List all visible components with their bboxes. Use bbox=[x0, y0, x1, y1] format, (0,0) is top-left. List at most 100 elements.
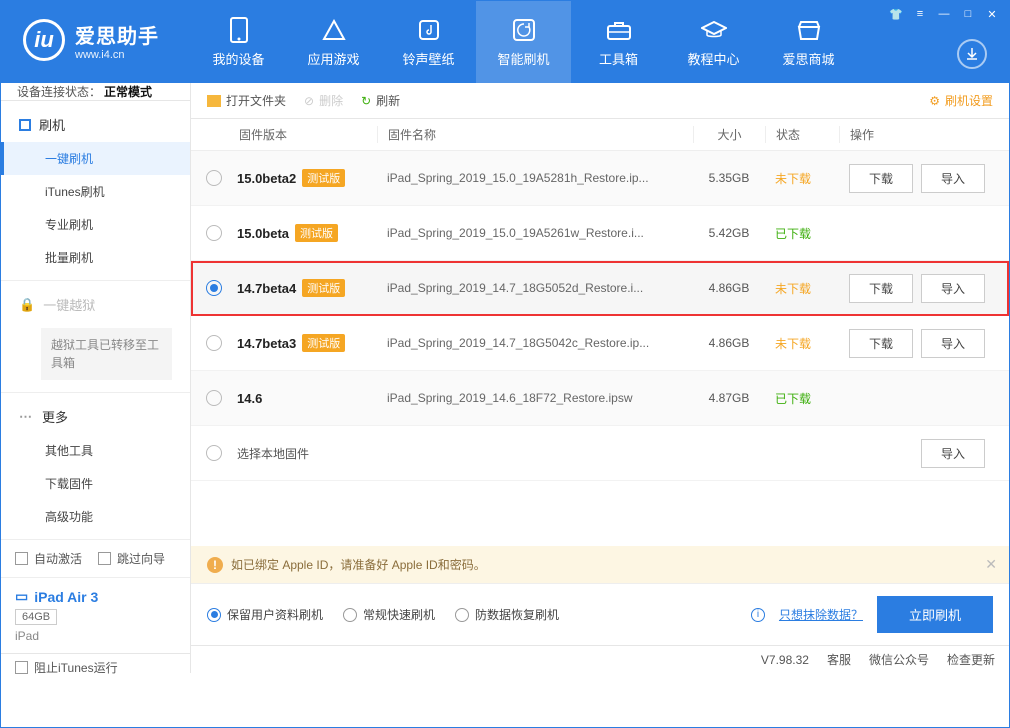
local-radio[interactable] bbox=[206, 445, 222, 461]
download-button[interactable]: 下载 bbox=[849, 164, 913, 193]
sidebar-flash-header[interactable]: 刷机 bbox=[1, 107, 190, 142]
title-bar: iu 爱思助手 www.i4.cn 我的设备 应用游戏 铃声壁纸 智能刷机 工具… bbox=[1, 1, 1009, 83]
maximize-icon[interactable]: □ bbox=[957, 5, 979, 23]
app-name: 爱思助手 bbox=[75, 20, 159, 49]
warning-bar: ! 如已绑定 Apple ID，请准备好 Apple ID和密码。 ✕ bbox=[191, 546, 1009, 583]
auto-activate-row: 自动激活 跳过向导 bbox=[1, 539, 190, 577]
sidebar-itunes-flash[interactable]: iTunes刷机 bbox=[1, 175, 190, 208]
beta-badge: 测试版 bbox=[302, 169, 345, 187]
apps-icon bbox=[321, 17, 347, 43]
more-icon: ⋯ bbox=[19, 409, 34, 425]
folder-icon bbox=[207, 95, 221, 107]
table-header: 固件版本 固件名称 大小 状态 操作 bbox=[191, 119, 1009, 151]
connection-status: 设备连接状态：正常模式 bbox=[1, 83, 190, 101]
row-radio[interactable] bbox=[206, 280, 222, 296]
device-name: iPad Air 3 bbox=[34, 589, 98, 605]
row-radio[interactable] bbox=[206, 225, 222, 241]
nav-tutorial[interactable]: 教程中心 bbox=[666, 1, 761, 83]
sidebar-download-firmware[interactable]: 下载固件 bbox=[1, 467, 190, 500]
menu-icon[interactable]: ≡ bbox=[909, 5, 931, 23]
download-button[interactable]: 下载 bbox=[849, 329, 913, 358]
beta-badge: 测试版 bbox=[295, 224, 338, 242]
minimize-icon[interactable]: — bbox=[933, 5, 955, 23]
radio-icon bbox=[455, 608, 469, 622]
toolbar: 打开文件夹 ⊘删除 ↻刷新 ⚙刷机设置 bbox=[191, 83, 1009, 119]
firmware-name: iPad_Spring_2019_14.6_18F72_Restore.ipsw bbox=[377, 391, 693, 405]
device-info: ▭iPad Air 3 64GB iPad bbox=[1, 577, 190, 653]
phone-icon bbox=[226, 17, 252, 43]
firmware-version: 15.0beta2 bbox=[237, 171, 296, 186]
nav-smart-flash[interactable]: 智能刷机 bbox=[476, 1, 571, 83]
opt-quick[interactable]: 常规快速刷机 bbox=[343, 606, 435, 623]
lock-icon: 🔒 bbox=[19, 297, 35, 313]
flash-now-button[interactable]: 立即刷机 bbox=[877, 596, 993, 633]
header-version: 固件版本 bbox=[237, 126, 377, 143]
refresh-icon bbox=[511, 17, 537, 43]
firmware-status: 未下载 bbox=[765, 335, 839, 352]
nav-toolbox[interactable]: 工具箱 bbox=[571, 1, 666, 83]
flash-settings-button[interactable]: ⚙刷机设置 bbox=[929, 92, 993, 109]
gear-icon: ⚙ bbox=[929, 94, 940, 108]
nav-ringtone[interactable]: 铃声壁纸 bbox=[381, 1, 476, 83]
firmware-name: iPad_Spring_2019_14.7_18G5052d_Restore.i… bbox=[377, 281, 693, 295]
firmware-row[interactable]: 14.6iPad_Spring_2019_14.6_18F72_Restore.… bbox=[191, 371, 1009, 426]
sidebar: 设备连接状态：正常模式 刷机 一键刷机 iTunes刷机 专业刷机 批量刷机 🔒… bbox=[1, 83, 191, 673]
music-icon bbox=[416, 17, 442, 43]
header-size: 大小 bbox=[693, 126, 765, 143]
sidebar-other-tools[interactable]: 其他工具 bbox=[1, 434, 190, 467]
warning-icon: ! bbox=[207, 557, 223, 573]
import-button[interactable]: 导入 bbox=[921, 164, 985, 193]
erase-link[interactable]: 只想抹除数据？ bbox=[779, 606, 863, 623]
close-icon[interactable]: ✕ bbox=[981, 5, 1003, 23]
nav-apps[interactable]: 应用游戏 bbox=[286, 1, 381, 83]
download-indicator-icon[interactable] bbox=[957, 39, 987, 69]
firmware-size: 5.42GB bbox=[693, 226, 765, 240]
warning-close-icon[interactable]: ✕ bbox=[985, 556, 997, 573]
open-folder-button[interactable]: 打开文件夹 bbox=[207, 92, 286, 109]
sidebar-one-click-flash[interactable]: 一键刷机 bbox=[1, 142, 190, 175]
sidebar-batch-flash[interactable]: 批量刷机 bbox=[1, 241, 190, 274]
download-button[interactable]: 下载 bbox=[849, 274, 913, 303]
import-button[interactable]: 导入 bbox=[921, 329, 985, 358]
warning-text: 如已绑定 Apple ID，请准备好 Apple ID和密码。 bbox=[231, 556, 486, 573]
check-update-link[interactable]: 检查更新 bbox=[947, 651, 995, 668]
row-radio[interactable] bbox=[206, 335, 222, 351]
block-itunes-checkbox[interactable] bbox=[15, 661, 28, 674]
delete-button[interactable]: ⊘删除 bbox=[304, 92, 343, 109]
flash-icon bbox=[19, 119, 31, 131]
wechat-link[interactable]: 微信公众号 bbox=[869, 651, 929, 668]
beta-badge: 测试版 bbox=[302, 334, 345, 352]
firmware-size: 4.86GB bbox=[693, 281, 765, 295]
sidebar-more-header[interactable]: ⋯更多 bbox=[1, 399, 190, 434]
sidebar-advanced[interactable]: 高级功能 bbox=[1, 500, 190, 533]
local-import-button[interactable]: 导入 bbox=[921, 439, 985, 468]
device-capacity: 64GB bbox=[15, 609, 57, 625]
nav-my-device[interactable]: 我的设备 bbox=[191, 1, 286, 83]
import-button[interactable]: 导入 bbox=[921, 274, 985, 303]
radio-icon bbox=[343, 608, 357, 622]
firmware-row[interactable]: 14.7beta4测试版iPad_Spring_2019_14.7_18G505… bbox=[191, 261, 1009, 316]
firmware-row[interactable]: 15.0beta2 测试版 iPad_Spring_2019_15.0_19A528… bbox=[191, 151, 1009, 206]
nav-store[interactable]: 爱思商城 bbox=[761, 1, 856, 83]
statusbar: V7.98.32 客服 微信公众号 检查更新 bbox=[191, 645, 1009, 673]
refresh-button[interactable]: ↻刷新 bbox=[361, 92, 400, 109]
sidebar-pro-flash[interactable]: 专业刷机 bbox=[1, 208, 190, 241]
firmware-name: iPad_Spring_2019_15.0_19A5281h_Restore.i… bbox=[377, 171, 693, 185]
firmware-row[interactable]: 15.0beta测试版iPad_Spring_2019_15.0_19A5261… bbox=[191, 206, 1009, 261]
shirt-icon[interactable]: 👕 bbox=[885, 5, 907, 23]
local-firmware-row: 选择本地固件 导入 bbox=[191, 426, 1009, 481]
delete-icon: ⊘ bbox=[304, 94, 314, 108]
auto-activate-checkbox[interactable] bbox=[15, 552, 28, 565]
toolbox-icon bbox=[606, 17, 632, 43]
opt-anti-loss[interactable]: 防数据恢复刷机 bbox=[455, 606, 559, 623]
device-model: iPad bbox=[15, 629, 176, 643]
logo: iu 爱思助手 www.i4.cn bbox=[1, 1, 191, 61]
row-radio[interactable] bbox=[206, 170, 222, 186]
firmware-row[interactable]: 14.7beta3测试版iPad_Spring_2019_14.7_18G504… bbox=[191, 316, 1009, 371]
skip-guide-checkbox[interactable] bbox=[98, 552, 111, 565]
opt-keep-data[interactable]: 保留用户资料刷机 bbox=[207, 606, 323, 623]
service-link[interactable]: 客服 bbox=[827, 651, 851, 668]
firmware-version: 14.7beta3 bbox=[237, 336, 296, 351]
firmware-size: 4.87GB bbox=[693, 391, 765, 405]
row-radio[interactable] bbox=[206, 390, 222, 406]
